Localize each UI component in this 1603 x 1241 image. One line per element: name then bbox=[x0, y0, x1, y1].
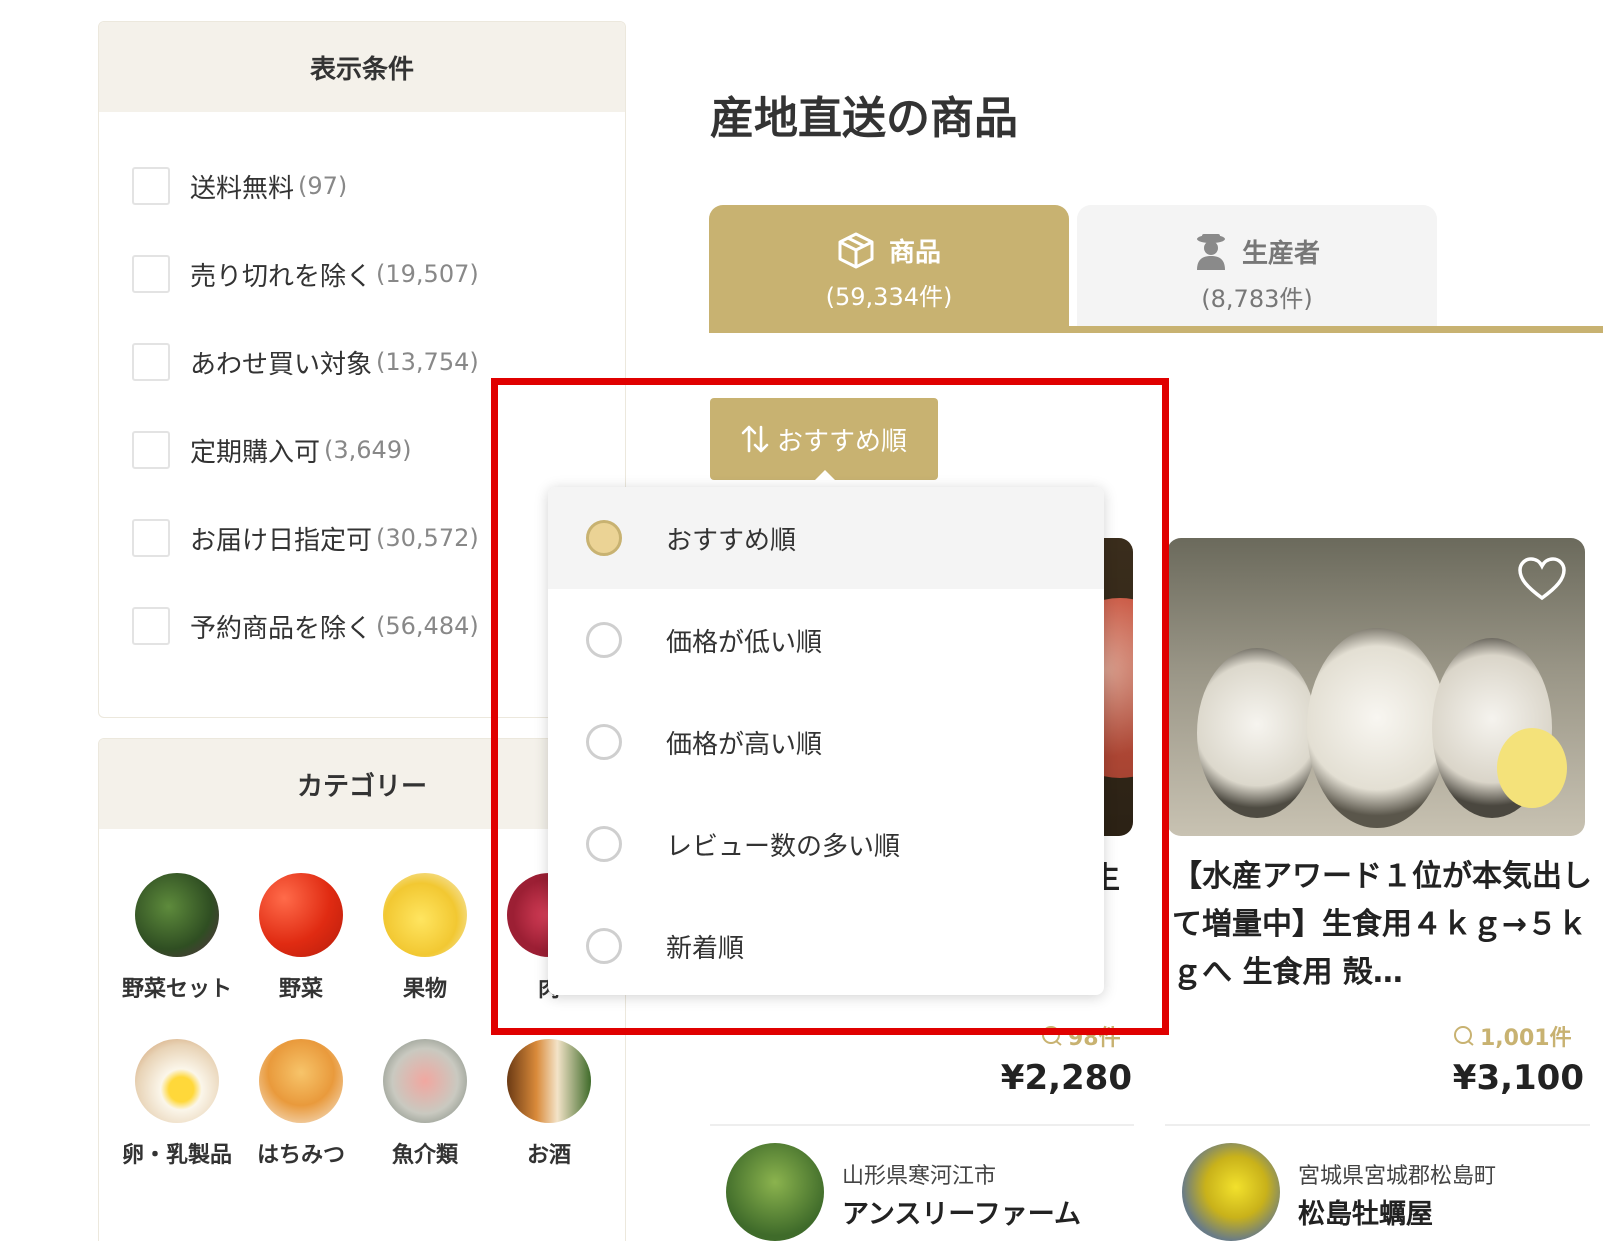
sort-button-label: おすすめ順 bbox=[776, 426, 907, 457]
radio[interactable] bbox=[586, 724, 622, 760]
category-label: はちみつ bbox=[256, 1143, 345, 1168]
honey-image bbox=[259, 1039, 343, 1123]
heart-icon[interactable] bbox=[1517, 556, 1567, 602]
category-vegetable-set[interactable]: 野菜セット bbox=[117, 873, 237, 1003]
filter-bundle[interactable]: あわせ買い対象 (13,754) bbox=[132, 342, 479, 382]
radio-selected[interactable] bbox=[586, 520, 622, 556]
tab-count: (59,334件) bbox=[825, 283, 953, 311]
tab-label: 生産者 bbox=[1241, 238, 1320, 269]
filter-label: 予約商品を除く bbox=[190, 613, 373, 644]
filter-label: 送料無料 bbox=[190, 173, 295, 204]
filter-subscription[interactable]: 定期購入可 (3,649) bbox=[132, 430, 411, 470]
producer-location: 山形県寒河江市 bbox=[842, 1164, 997, 1189]
category-alcohol[interactable]: お酒 bbox=[489, 1039, 609, 1169]
filter-count: (13,754) bbox=[376, 348, 479, 376]
page-title: 産地直送の商品 bbox=[710, 93, 1018, 144]
alcohol-image bbox=[507, 1039, 591, 1123]
filter-delivery-date[interactable]: お届け日指定可 (30,572) bbox=[132, 518, 479, 558]
sort-option-label: おすすめ順 bbox=[666, 525, 797, 556]
checkbox[interactable] bbox=[132, 519, 170, 557]
product-price: ¥3,100 bbox=[1452, 1058, 1584, 1098]
tab-count: (8,783件) bbox=[1201, 285, 1313, 313]
sort-option-recommended[interactable]: おすすめ順 bbox=[548, 487, 1104, 589]
review-count: 1,001件 bbox=[1452, 1020, 1572, 1052]
category-label: 魚介類 bbox=[391, 1143, 458, 1168]
sort-option-label: レビュー数の多い順 bbox=[666, 831, 901, 862]
radio[interactable] bbox=[586, 622, 622, 658]
tab-products[interactable]: 商品 (59,334件) bbox=[709, 205, 1069, 330]
sort-button[interactable]: おすすめ順 bbox=[710, 398, 938, 480]
review-count-text: 1,001件 bbox=[1480, 1026, 1572, 1051]
filter-exclude-preorder[interactable]: 予約商品を除く (56,484) bbox=[132, 606, 479, 646]
category-seafood[interactable]: 魚介類 bbox=[365, 1039, 485, 1169]
category-fruit[interactable]: 果物 bbox=[365, 873, 485, 1003]
sort-option-reviews[interactable]: レビュー数の多い順 bbox=[548, 793, 1104, 895]
filter-panel: 表示条件 送料無料 (97) 売り切れを除く (19,507) あわせ買い対象 … bbox=[98, 21, 626, 718]
review-count: 98件 bbox=[1040, 1020, 1121, 1052]
filter-panel-title: 表示条件 bbox=[99, 22, 625, 112]
sort-arrows-icon bbox=[741, 425, 769, 453]
comment-icon bbox=[1454, 1026, 1474, 1046]
filter-count: (30,572) bbox=[376, 524, 479, 552]
product-title[interactable]: 【水産アワード１位が本気出して増量中】生食用４ｋｇ→５ｋｇへ 生食用 殻… bbox=[1172, 853, 1592, 997]
category-panel: カテゴリー 野菜セット 野菜 果物 肉 卵・乳製品 はちみつ 魚介類 お酒 bbox=[98, 738, 626, 1241]
category-label: 果物 bbox=[402, 977, 447, 1002]
radio[interactable] bbox=[586, 826, 622, 862]
checkbox[interactable] bbox=[132, 343, 170, 381]
category-label: お酒 bbox=[526, 1143, 571, 1168]
category-label: 卵・乳製品 bbox=[121, 1143, 232, 1168]
filter-label: 売り切れを除く bbox=[190, 261, 373, 292]
category-label: 野菜セット bbox=[121, 977, 232, 1002]
divider bbox=[710, 1124, 1134, 1126]
vegetable-set-image bbox=[135, 873, 219, 957]
checkbox[interactable] bbox=[132, 607, 170, 645]
sort-option-label: 価格が低い順 bbox=[666, 627, 823, 658]
filter-count: (97) bbox=[298, 172, 348, 200]
filter-count: (56,484) bbox=[376, 612, 479, 640]
producer-avatar[interactable] bbox=[1182, 1143, 1280, 1241]
divider bbox=[1165, 1124, 1590, 1126]
sort-option-price-high[interactable]: 価格が高い順 bbox=[548, 691, 1104, 793]
review-count-text: 98件 bbox=[1068, 1026, 1121, 1051]
tab-producers[interactable]: 生産者 (8,783件) bbox=[1077, 205, 1437, 326]
fish-image bbox=[383, 1039, 467, 1123]
melon-image bbox=[383, 873, 467, 957]
filter-count: (19,507) bbox=[376, 260, 479, 288]
sort-option-label: 価格が高い順 bbox=[666, 729, 823, 760]
category-egg-dairy[interactable]: 卵・乳製品 bbox=[117, 1039, 237, 1169]
sort-option-label: 新着順 bbox=[666, 933, 745, 964]
filter-label: あわせ買い対象 bbox=[190, 349, 373, 380]
category-panel-title: カテゴリー bbox=[99, 739, 625, 829]
egg-image bbox=[135, 1039, 219, 1123]
checkbox[interactable] bbox=[132, 167, 170, 205]
comment-icon bbox=[1042, 1026, 1062, 1046]
filter-label: 定期購入可 bbox=[190, 437, 321, 468]
dropdown-caret bbox=[815, 470, 835, 480]
producer-location: 宮城県宮城郡松島町 bbox=[1298, 1164, 1497, 1189]
filter-label: お届け日指定可 bbox=[190, 525, 373, 556]
radio[interactable] bbox=[586, 928, 622, 964]
producer-avatar[interactable] bbox=[726, 1143, 824, 1241]
sort-option-price-low[interactable]: 価格が低い順 bbox=[548, 589, 1104, 691]
tomato-image bbox=[259, 873, 343, 957]
filter-free-shipping[interactable]: 送料無料 (97) bbox=[132, 166, 347, 206]
tab-underline bbox=[709, 326, 1603, 333]
sort-option-newest[interactable]: 新着順 bbox=[548, 895, 1104, 995]
producer-name[interactable]: アンスリーファーム bbox=[842, 1192, 1081, 1231]
checkbox[interactable] bbox=[132, 431, 170, 469]
farmer-icon bbox=[1196, 234, 1225, 270]
category-vegetable[interactable]: 野菜 bbox=[241, 873, 361, 1003]
sort-dropdown: おすすめ順 価格が低い順 価格が高い順 レビュー数の多い順 新着順 bbox=[548, 487, 1104, 995]
producer-name[interactable]: 松島牡蠣屋 bbox=[1298, 1192, 1433, 1231]
category-honey[interactable]: はちみつ bbox=[241, 1039, 361, 1169]
category-label: 野菜 bbox=[278, 977, 323, 1002]
filter-count: (3,649) bbox=[324, 436, 412, 464]
filter-exclude-soldout[interactable]: 売り切れを除く (19,507) bbox=[132, 254, 479, 294]
checkbox[interactable] bbox=[132, 255, 170, 293]
product-price: ¥2,280 bbox=[1000, 1058, 1132, 1098]
tab-label: 商品 bbox=[888, 237, 941, 268]
box-icon bbox=[838, 232, 874, 269]
